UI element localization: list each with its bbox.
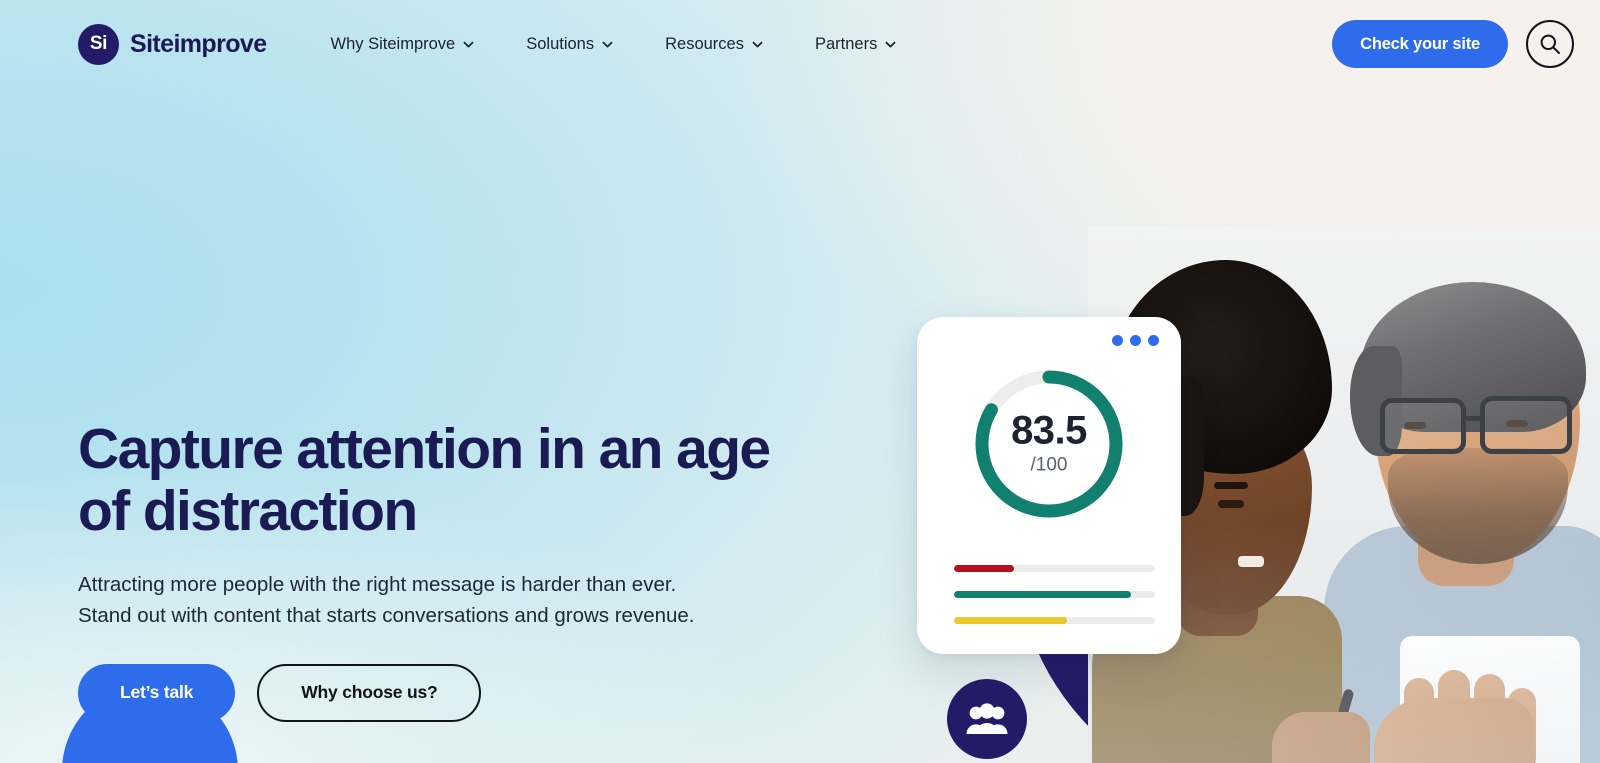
chevron-down-icon — [752, 41, 763, 47]
nav-label: Resources — [665, 34, 744, 53]
logo-mark: Si — [78, 23, 119, 65]
chevron-down-icon — [885, 41, 896, 47]
score-gauge: 83.5 /100 — [968, 363, 1130, 525]
people-group-badge — [947, 679, 1027, 759]
hero-cta-group: Let’s talk Why choose us? — [78, 663, 838, 722]
progress-bar-yellow — [954, 617, 1155, 624]
search-icon — [1540, 34, 1560, 54]
people-group-icon — [966, 703, 1008, 734]
score-bars — [954, 565, 1155, 624]
logo-text: Siteimprove — [130, 29, 267, 58]
score-value: 83.5 — [1011, 408, 1087, 453]
hero-title-line-1: Capture attention in an age — [78, 417, 771, 481]
site-header: Si Siteimprove Why Siteimprove Solutions… — [0, 0, 1600, 88]
card-dot — [1112, 335, 1123, 346]
hero-subtitle-line-1: Attracting more people with the right me… — [78, 573, 677, 597]
main-nav: Why Siteimprove Solutions Resources Part… — [331, 35, 897, 54]
nav-item-partners[interactable]: Partners — [815, 35, 896, 54]
nav-label: Partners — [814, 34, 878, 53]
hero-subtitle: Attracting more people with the right me… — [78, 569, 778, 631]
logo[interactable]: Si Siteimprove — [78, 23, 267, 65]
nav-item-resources[interactable]: Resources — [665, 35, 763, 54]
check-your-site-button[interactable]: Check your site — [1332, 20, 1508, 68]
progress-bar-green — [954, 591, 1155, 598]
card-dot — [1148, 335, 1159, 346]
page-title: Capture attention in an age of distracti… — [78, 418, 838, 542]
search-button[interactable] — [1526, 20, 1574, 68]
why-choose-us-button[interactable]: Why choose us? — [257, 663, 482, 722]
nav-label: Solutions — [526, 34, 595, 53]
nav-item-solutions[interactable]: Solutions — [526, 35, 613, 54]
chevron-down-icon — [463, 41, 474, 47]
nav-item-why-siteimprove[interactable]: Why Siteimprove — [331, 35, 475, 54]
lets-talk-button[interactable]: Let’s talk — [78, 663, 236, 722]
chevron-down-icon — [602, 41, 613, 47]
hero-title-line-2: of distraction — [78, 479, 418, 544]
hero-page: 83.5 /100 Si Siteimprove Why Siteimprove… — [0, 0, 1600, 763]
score-max: /100 — [1030, 454, 1068, 476]
card-dots — [1112, 335, 1159, 346]
hero-subtitle-line-2: Stand out with content that starts conve… — [78, 604, 695, 628]
header-actions: Check your site — [1332, 20, 1574, 68]
nav-label: Why Siteimprove — [330, 34, 456, 53]
score-card: 83.5 /100 — [917, 317, 1181, 654]
card-dot — [1130, 335, 1141, 346]
progress-bar-red — [954, 565, 1155, 572]
hero-copy: Capture attention in an age of distracti… — [78, 418, 838, 722]
